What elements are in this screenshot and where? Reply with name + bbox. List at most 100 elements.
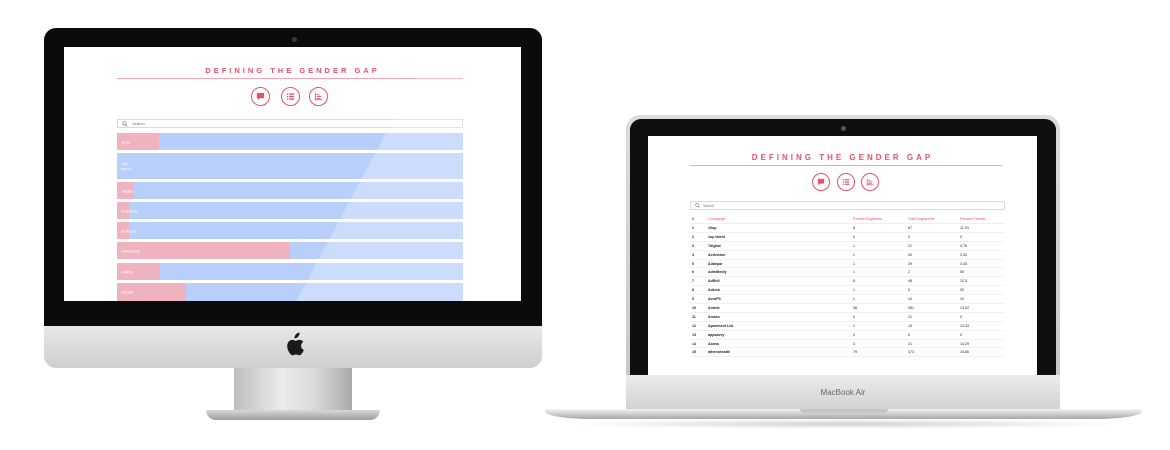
cell-company: Activision bbox=[706, 250, 851, 260]
bar-row[interactable]: 7digital bbox=[117, 182, 463, 199]
cell-percent: 12.5 bbox=[958, 276, 1005, 287]
column-header-percent-female[interactable]: Percent Female bbox=[958, 214, 1005, 224]
macbook-shadow bbox=[560, 419, 1130, 429]
bar-row[interactable]: Adzerk bbox=[117, 283, 463, 301]
cell-total: 15 bbox=[906, 321, 958, 331]
table-row[interactable]: 11 Amaxs 0 21 0 bbox=[690, 312, 1005, 322]
bar-row[interactable]: 10up bbox=[117, 133, 463, 150]
search-box[interactable] bbox=[117, 119, 463, 128]
cell-company: AeroFS bbox=[706, 294, 851, 305]
cell-total: 48 bbox=[906, 276, 958, 287]
cell-company: 1up talent bbox=[706, 232, 851, 242]
cell-company: Admittedly bbox=[706, 267, 851, 278]
cell-rank: 6 bbox=[690, 267, 706, 278]
cell-percent: 3.33 bbox=[958, 250, 1005, 260]
cell-total: 2 bbox=[906, 232, 958, 242]
cell-female: 1 bbox=[851, 250, 906, 260]
cell-rank: 10 bbox=[690, 303, 706, 313]
cell-female: 38 bbox=[851, 303, 906, 313]
table-row[interactable]: 7 AdRoll 6 48 12.5 bbox=[690, 276, 1005, 287]
company-table: # Company▾ Female Engineers Total Engine… bbox=[690, 214, 1005, 358]
cell-rank: 7 bbox=[690, 276, 706, 287]
cell-percent: 13.52 bbox=[958, 303, 1005, 313]
table-row[interactable]: 12 Apartment List 2 15 13.33 bbox=[690, 321, 1005, 331]
chat-icon bbox=[256, 92, 265, 101]
cell-percent: 0 bbox=[958, 232, 1005, 242]
table-row[interactable]: 2 1up talent 0 2 0 bbox=[690, 232, 1005, 242]
table-row[interactable]: 9 AeroFS 1 10 10 bbox=[690, 294, 1005, 305]
cell-female: 1 bbox=[851, 259, 906, 269]
title-divider bbox=[690, 165, 1002, 166]
macbook-camera bbox=[841, 126, 846, 131]
bar-chart-icon bbox=[866, 178, 874, 186]
bar-row[interactable]: Addepar bbox=[117, 222, 463, 239]
cell-female: 8 bbox=[851, 223, 906, 233]
bar-row[interactable]: AdRoll bbox=[117, 263, 463, 280]
table-row[interactable]: 14 Asana 3 21 14.29 bbox=[690, 339, 1005, 349]
cell-total: 5 bbox=[906, 285, 958, 296]
cell-female: 2 bbox=[851, 321, 906, 331]
table-row[interactable]: 15 athenahealth 79 473 15.86 bbox=[690, 347, 1005, 358]
page-title: DEFINING THE GENDER GAP bbox=[205, 66, 380, 75]
cell-company: athenahealth bbox=[706, 347, 851, 358]
table-header-row: # Company▾ Female Engineers Total Engine… bbox=[690, 214, 1005, 224]
column-header-total-engineers[interactable]: Total Engineers▾ bbox=[906, 214, 958, 224]
macbook-screen: DEFINING THE GENDER GAP # Co bbox=[648, 136, 1037, 375]
bar-label: Activision bbox=[121, 208, 138, 213]
table-row[interactable]: 13 appsavvy 0 5 0 bbox=[690, 330, 1005, 340]
bar-row[interactable]: Activision bbox=[117, 202, 463, 219]
bar-label: 1up talent bbox=[121, 161, 131, 171]
cell-total: 10 bbox=[906, 294, 958, 305]
cell-rank: 2 bbox=[690, 232, 706, 242]
view-list-button[interactable] bbox=[837, 173, 855, 191]
cell-rank: 15 bbox=[690, 347, 706, 358]
bar-row[interactable]: Admittedly bbox=[117, 242, 463, 259]
bar-label: 7digital bbox=[121, 188, 134, 193]
table-row[interactable]: 6 Admittedly 1 2 50 bbox=[690, 267, 1005, 278]
column-header-rank[interactable]: # bbox=[690, 214, 706, 224]
table-row[interactable]: 4 Activision 1 30 3.33 bbox=[690, 250, 1005, 260]
female-share-bar bbox=[117, 242, 290, 259]
search-icon bbox=[122, 120, 128, 127]
bar-row[interactable]: 1up talent bbox=[117, 153, 463, 179]
title-divider bbox=[117, 78, 463, 79]
table-row[interactable]: 3 7digital 1 21 4.76 bbox=[690, 241, 1005, 251]
search-box[interactable] bbox=[690, 201, 1005, 210]
view-bar-chart-button[interactable] bbox=[861, 173, 879, 191]
search-input[interactable] bbox=[132, 121, 432, 126]
cell-company: Asana bbox=[706, 339, 851, 349]
cell-rank: 13 bbox=[690, 330, 706, 340]
cell-percent: 20 bbox=[958, 285, 1005, 296]
cell-total: 2 bbox=[906, 267, 958, 278]
imac-stand-neck bbox=[234, 368, 352, 412]
cell-company: Amaxs bbox=[706, 312, 851, 322]
table-row[interactable]: 8 Adzerk 1 5 20 bbox=[690, 285, 1005, 296]
cell-rank: 1 bbox=[690, 223, 706, 233]
view-chat-button[interactable] bbox=[812, 173, 830, 191]
sort-caret-icon: ▾ bbox=[932, 216, 935, 221]
cell-female: 79 bbox=[851, 347, 906, 358]
table-row[interactable]: 10 Airbnb 38 281 13.52 bbox=[690, 303, 1005, 313]
table-row[interactable]: 5 Addepar 1 29 3.45 bbox=[690, 259, 1005, 269]
table-row[interactable]: 1 10up 8 67 11.94 bbox=[690, 223, 1005, 233]
cell-total: 21 bbox=[906, 339, 958, 349]
cell-percent: 50 bbox=[958, 267, 1005, 278]
search-input[interactable] bbox=[703, 203, 983, 208]
bar-label: AdRoll bbox=[121, 269, 133, 274]
cell-percent: 3.45 bbox=[958, 259, 1005, 269]
column-header-company[interactable]: Company▾ bbox=[706, 214, 851, 224]
view-bar-chart-button[interactable] bbox=[309, 87, 328, 106]
view-chat-button[interactable] bbox=[251, 87, 270, 106]
cell-female: 1 bbox=[851, 294, 906, 305]
bar-label: 10up bbox=[121, 139, 130, 144]
view-list-button[interactable] bbox=[281, 87, 300, 106]
column-header-female-engineers[interactable]: Female Engineers bbox=[851, 214, 906, 224]
cell-rank: 12 bbox=[690, 321, 706, 331]
bar-label: Admittedly bbox=[121, 248, 140, 253]
cell-total: 29 bbox=[906, 259, 958, 269]
macbook-opening-notch bbox=[800, 409, 888, 413]
imac-stand-foot bbox=[206, 410, 380, 420]
cell-rank: 9 bbox=[690, 294, 706, 305]
imac-camera bbox=[292, 37, 297, 42]
cell-rank: 3 bbox=[690, 241, 706, 251]
